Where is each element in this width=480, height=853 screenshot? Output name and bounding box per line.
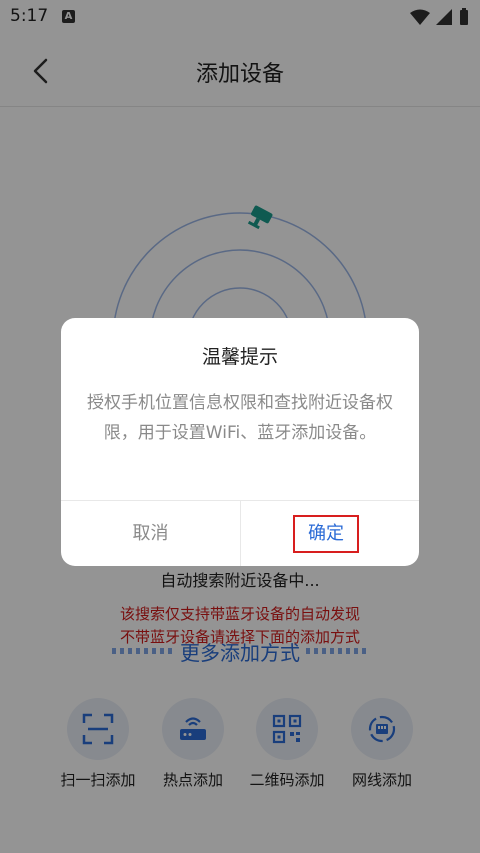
confirm-button[interactable]: 确定 [241, 501, 419, 566]
confirm-button-label: 确定 [293, 515, 359, 553]
permission-dialog: 温馨提示 授权手机位置信息权限和查找附近设备权限，用于设置WiFi、蓝牙添加设备… [61, 318, 419, 566]
dialog-title: 温馨提示 [201, 346, 278, 368]
dialog-message: 授权手机位置信息权限和查找附近设备权限，用于设置WiFi、蓝牙添加设备。 [87, 393, 393, 443]
cancel-button[interactable]: 取消 [61, 501, 240, 566]
